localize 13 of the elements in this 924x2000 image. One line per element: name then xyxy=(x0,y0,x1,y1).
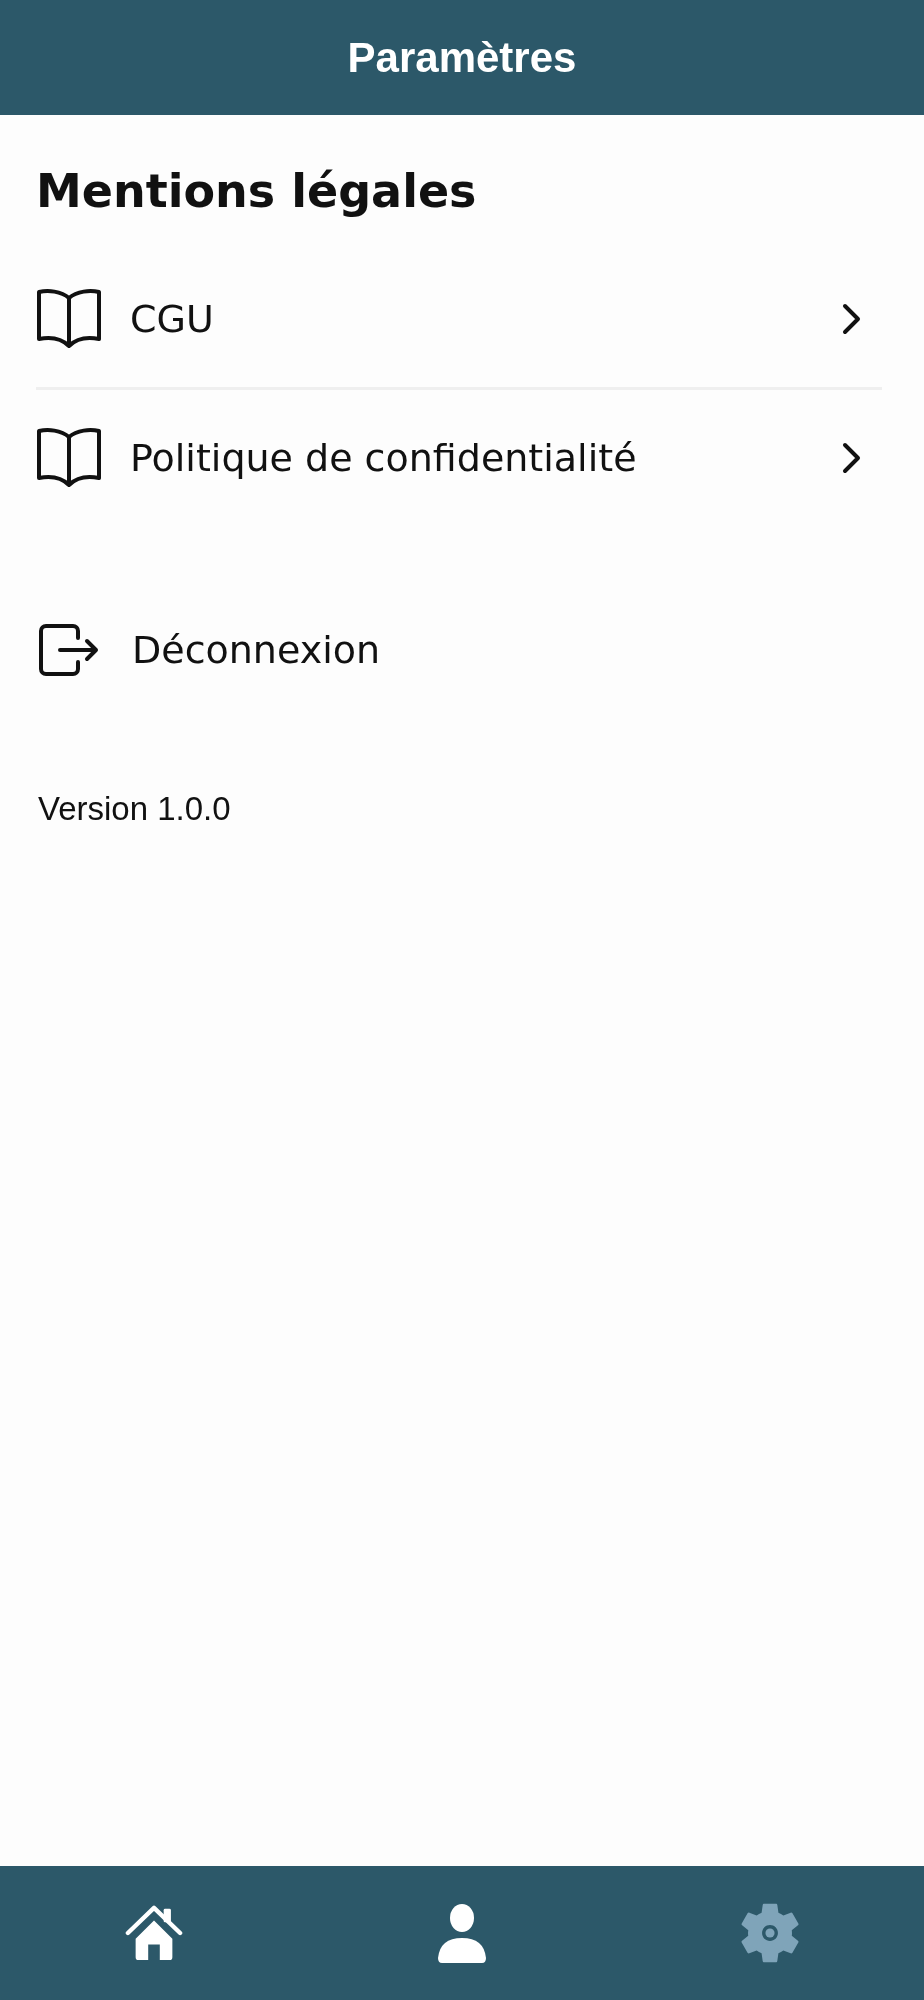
logout-icon xyxy=(38,623,101,677)
list-item[interactable]: Politique de confidentialité xyxy=(36,390,882,526)
book-icon xyxy=(36,426,102,490)
page-title: Paramètres xyxy=(347,33,577,82)
chevron-icon xyxy=(842,303,862,335)
settings-icon xyxy=(741,1903,799,1963)
chevron-icon xyxy=(842,442,862,474)
logout-button[interactable]: Déconnexion xyxy=(36,610,882,690)
home-icon xyxy=(125,1903,183,1963)
book-icon xyxy=(36,287,102,351)
version-text: Version 1.0.0 xyxy=(38,790,232,828)
section-heading: Mentions légales xyxy=(36,167,478,215)
list-item[interactable]: CGU xyxy=(36,251,882,387)
